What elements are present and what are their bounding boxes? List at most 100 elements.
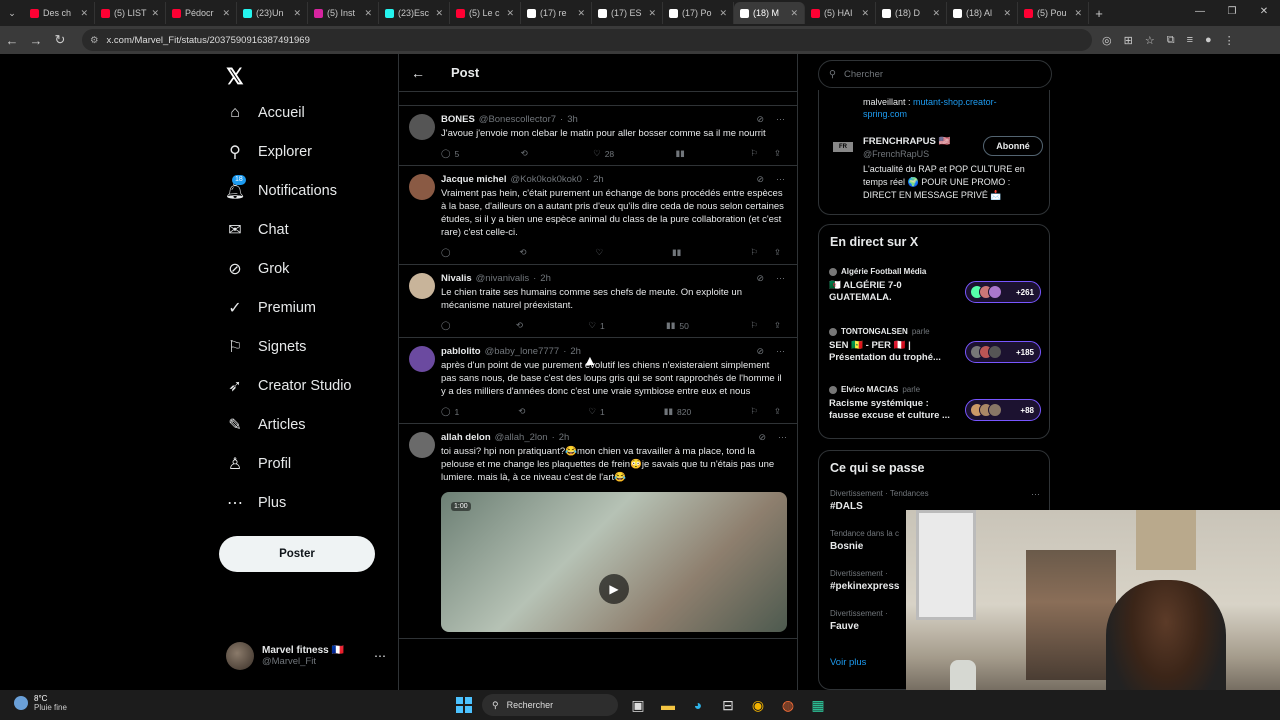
nav-item-chat[interactable]: ✉ Chat xyxy=(226,221,288,239)
bookmark-icon[interactable]: ⚐ xyxy=(750,148,758,159)
post-button[interactable]: Poster xyxy=(219,536,375,572)
nav-item-signets[interactable]: ⚐ Signets xyxy=(226,338,307,356)
more-icon[interactable]: ⋯ xyxy=(778,432,787,443)
browser-tab[interactable]: (17) re ✕ xyxy=(521,2,592,24)
avatar[interactable] xyxy=(409,346,435,372)
tweet-handle[interactable]: @Kok0kok0kok0 xyxy=(510,174,581,185)
browser-tab[interactable]: (17) ES ✕ xyxy=(592,2,663,24)
browser-tab[interactable]: (5) LIST ✕ xyxy=(95,2,166,24)
tweet-author[interactable]: Jacque michel xyxy=(441,174,506,185)
tweet[interactable]: pablolito @baby_lone7777 · 2h ⊘ ⋯ après d'un p… xyxy=(399,338,797,424)
views-button[interactable]: ▮▮ xyxy=(676,148,689,159)
tweet[interactable]: Jacque michel @Kok0kok0kok0 · 2h ⊘ ⋯ Vraiment … xyxy=(399,166,797,265)
tweet-author[interactable]: allah delon xyxy=(441,432,491,443)
tweet-time[interactable]: 3h xyxy=(567,114,578,125)
nav-item-profil[interactable]: ♙ Profil xyxy=(226,455,291,473)
nav-item-articles[interactable]: ✎ Articles xyxy=(226,416,305,434)
tab-close-icon[interactable]: ✕ xyxy=(932,8,940,19)
tab-close-icon[interactable]: ✕ xyxy=(80,8,88,19)
views-button[interactable]: ▮▮ 820 xyxy=(664,406,692,417)
reply-button[interactable]: ◯ xyxy=(441,247,455,258)
search-input[interactable]: ⚲ Chercher xyxy=(818,60,1052,88)
url-bar[interactable]: ⚙ x.com/Marvel_Fit/status/20375909163874… xyxy=(82,29,1092,51)
avatar[interactable] xyxy=(409,114,435,140)
tweet-author[interactable]: Nivalis xyxy=(441,273,472,284)
store-icon[interactable]: ⊟ xyxy=(718,695,738,715)
tab-close-icon[interactable]: ✕ xyxy=(293,8,301,19)
like-button[interactable]: ♡ xyxy=(595,247,607,258)
repost-button[interactable]: ⟲ xyxy=(521,148,532,159)
tab-close-icon[interactable]: ✕ xyxy=(222,8,230,19)
tab-close-icon[interactable]: ✕ xyxy=(577,8,585,19)
nav-item-plus[interactable]: ⋯ Plus xyxy=(226,494,286,512)
tweet-author[interactable]: pablolito xyxy=(441,346,481,357)
tweet-handle[interactable]: @baby_lone7777 xyxy=(485,346,560,357)
tweet-handle[interactable]: @Bonescollector7 xyxy=(479,114,556,125)
more-icon[interactable]: ⋯ xyxy=(776,273,785,284)
nav-item-accueil[interactable]: ⌂ Accueil xyxy=(226,104,305,122)
windows-start-icon[interactable] xyxy=(456,697,472,713)
browser-tab[interactable]: (23)Un ✕ xyxy=(237,2,308,24)
nav-item-explorer[interactable]: ⚲ Explorer xyxy=(226,143,312,161)
install-icon[interactable]: ⊞ xyxy=(1124,34,1133,47)
tab-close-icon[interactable]: ✕ xyxy=(648,8,656,19)
media-icon[interactable]: ≡ xyxy=(1187,34,1193,47)
browser-tab[interactable]: (5) HAI ✕ xyxy=(805,2,876,24)
views-button[interactable]: ▮▮ 50 xyxy=(666,320,689,331)
taskbar-search[interactable]: ⚲ Rechercher xyxy=(482,694,618,716)
nav-item-creator-studio[interactable]: ➶ Creator Studio xyxy=(226,377,351,395)
grok-icon[interactable]: ⊘ xyxy=(756,273,764,284)
show-more-link[interactable]: Voir plus xyxy=(830,657,866,668)
browser-tab[interactable]: (17) Po ✕ xyxy=(663,2,734,24)
menu-icon[interactable]: ⋮ xyxy=(1224,34,1235,47)
minimize-icon[interactable]: — xyxy=(1184,0,1216,22)
browser-tab[interactable]: Pédocr ✕ xyxy=(166,2,237,24)
tab-close-icon[interactable]: ✕ xyxy=(435,8,443,19)
edge-icon[interactable]: ◕ xyxy=(688,695,708,715)
more-icon[interactable]: ⋯ xyxy=(1031,489,1040,500)
x-logo[interactable]: 𝕏 xyxy=(226,64,244,90)
tweet-time[interactable]: 2h xyxy=(593,174,604,185)
tweet-author[interactable]: BONES xyxy=(441,114,475,125)
back-arrow-icon[interactable]: ← xyxy=(411,65,425,81)
forward-icon[interactable]: → xyxy=(24,33,48,48)
play-icon[interactable]: ▶ xyxy=(599,574,629,604)
live-listeners-pill[interactable]: +185 xyxy=(965,341,1041,363)
live-listeners-pill[interactable]: +88 xyxy=(965,399,1041,421)
live-space[interactable]: Elvico MACIAS parle Racisme systémique : f… xyxy=(829,385,1041,422)
tweet[interactable]: Nivalis @nivanivalis · 2h ⊘ ⋯ Le chien traite … xyxy=(399,265,797,338)
repost-button[interactable]: ⟲ xyxy=(518,406,529,417)
grok-icon[interactable]: ⊘ xyxy=(756,114,764,125)
task-view-icon[interactable]: ▣ xyxy=(628,695,648,715)
tab-close-icon[interactable]: ✕ xyxy=(861,8,869,19)
follow-button[interactable]: Abonné xyxy=(983,136,1043,156)
tweet-video[interactable]: 1:00 ▶ xyxy=(441,492,787,632)
chrome-icon[interactable]: ◉ xyxy=(748,695,768,715)
trend-item[interactable]: Divertissement · Tendances #DALS ⋯ xyxy=(830,489,1040,512)
tweet-time[interactable]: 2h xyxy=(559,432,570,443)
grok-icon[interactable]: ⊘ xyxy=(756,174,764,185)
bookmark-icon[interactable]: ⚐ xyxy=(750,320,758,331)
tweet-handle[interactable]: @allah_2lon xyxy=(495,432,548,443)
share-icon[interactable]: ⇪ xyxy=(774,148,781,159)
reply-button[interactable]: ◯ 1 xyxy=(441,406,459,417)
avatar[interactable] xyxy=(409,432,435,458)
views-button[interactable]: ▮▮ xyxy=(672,247,685,258)
like-button[interactable]: ♡ 1 xyxy=(588,406,604,417)
account-switcher[interactable]: Marvel fitness 🇫🇷 @Marvel_Fit ⋯ xyxy=(226,642,386,670)
browser-tab[interactable]: (23)Esc ✕ xyxy=(379,2,450,24)
browser-tab[interactable]: (5) Le c ✕ xyxy=(450,2,521,24)
live-space[interactable]: Algérie Football Média 🇩🇿 ALGÉRIE 7-0 GUA… xyxy=(829,267,1041,304)
browser-tab[interactable]: (18) Al ✕ xyxy=(947,2,1018,24)
share-icon[interactable]: ⇪ xyxy=(774,406,781,417)
tweet[interactable]: allah delon @allah_2lon · 2h ⊘ ⋯ toi aussi? hp… xyxy=(399,424,797,639)
tweet-handle[interactable]: @nivanivalis xyxy=(476,273,529,284)
browser-tab[interactable]: (5) Inst ✕ xyxy=(308,2,379,24)
back-icon[interactable]: ← xyxy=(0,33,24,48)
share-icon[interactable]: ⇪ xyxy=(774,247,781,258)
tab-close-icon[interactable]: ✕ xyxy=(506,8,514,19)
site-info-icon[interactable]: ⚙ xyxy=(90,35,99,46)
more-icon[interactable]: ⋯ xyxy=(776,114,785,125)
nav-item-premium[interactable]: ✓ Premium xyxy=(226,299,316,317)
tab-close-icon[interactable]: ✕ xyxy=(1003,8,1011,19)
